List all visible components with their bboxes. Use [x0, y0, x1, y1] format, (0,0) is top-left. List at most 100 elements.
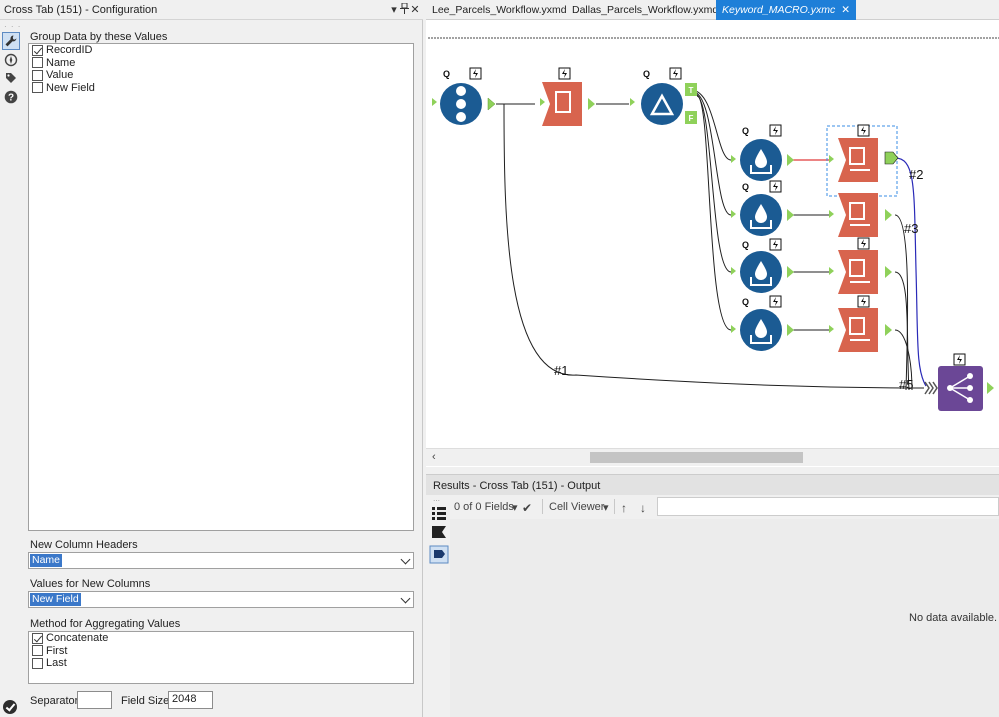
scrollbar-thumb[interactable] [590, 452, 803, 463]
canvas-horizontal-scrollbar[interactable]: ‹ [426, 448, 999, 466]
checkbox-label: Value [46, 69, 74, 82]
connection-label-1: #1 [554, 363, 568, 378]
workflow-tab-strip: Lee_Parcels_Workflow.yxmd Dallas_Parcels… [426, 0, 999, 20]
close-icon[interactable]: ✕ [409, 3, 421, 16]
field-size-label: Field Size: [121, 695, 173, 707]
chevron-down-icon [400, 554, 411, 565]
list-view-icon[interactable] [432, 507, 446, 520]
grip-icon: ⋯ [433, 498, 440, 505]
values-for-new-columns-label: Values for New Columns [30, 578, 151, 590]
group-data-label: Group Data by these Values [30, 31, 168, 43]
checkbox-row[interactable]: First [29, 645, 413, 658]
svg-text:Q: Q [742, 297, 749, 307]
checkbox[interactable] [32, 657, 43, 669]
svg-text:Q: Q [643, 69, 650, 79]
field-size-input[interactable]: 2048 [168, 691, 213, 709]
select-records-tool[interactable] [540, 67, 595, 126]
values-for-new-columns-value: New Field [30, 593, 81, 606]
svg-text:?: ? [8, 93, 14, 104]
workflow-diagram: #1 #2 #3 #5 Q Q T F Q Q Q Q [428, 37, 999, 411]
checkbox-row[interactable]: Value [29, 69, 413, 82]
tag-icon[interactable] [2, 69, 20, 87]
results-side-toolbar: ⋯ [426, 495, 450, 717]
aggregation-method-label: Method for Aggregating Values [30, 618, 181, 630]
checkbox[interactable] [32, 645, 43, 657]
arrow-up-icon[interactable]: ↑ [621, 501, 627, 515]
svg-text:Q: Q [742, 240, 749, 250]
checkbox-label: RecordID [46, 44, 93, 57]
separator-label: Separator: [30, 695, 82, 707]
arrow-down-icon[interactable]: ↓ [640, 501, 646, 515]
config-title-bar: Cross Tab (151) - Configuration ▾ ✕ [0, 0, 423, 20]
grip-icon: · · · [4, 22, 22, 31]
configuration-wrench-icon[interactable] [2, 32, 20, 50]
data-view-icon[interactable] [429, 545, 449, 564]
checkbox-label: Concatenate [46, 632, 109, 645]
record-id-tool[interactable]: Q [432, 67, 496, 125]
results-filter-box[interactable] [657, 497, 999, 516]
checkbox-label: Last [46, 657, 67, 670]
false-anchor-label: F [689, 114, 694, 123]
no-data-message: No data available. (Us [909, 612, 999, 624]
checkbox-row[interactable]: Concatenate [29, 632, 413, 645]
svg-text:Q: Q [742, 182, 749, 192]
connection-label-5: #5 [899, 377, 913, 392]
row-3-tools[interactable]: Q [731, 237, 892, 294]
values-for-new-columns-select[interactable]: New Field [28, 591, 414, 608]
config-title: Cross Tab (151) - Configuration [4, 4, 158, 16]
checkbox-row[interactable]: New Field [29, 82, 413, 95]
row-4-tools[interactable]: Q [731, 295, 892, 352]
tab-label: Keyword_MACRO.yxmc [722, 4, 836, 16]
aggregation-method-list[interactable]: Concatenate First Last [28, 631, 414, 684]
checkbox-label: Name [46, 56, 76, 69]
toolbar-divider [614, 499, 615, 514]
chevron-down-icon[interactable]: ▾ [603, 501, 609, 514]
close-tab-icon[interactable]: ✕ [841, 4, 850, 16]
true-anchor-label: T [689, 86, 694, 95]
group-fields-list[interactable]: RecordID Name Value New Field [28, 43, 414, 531]
checkbox[interactable] [32, 44, 43, 56]
results-header: Results - Cross Tab (151) - Output [426, 474, 999, 495]
union-tool[interactable] [924, 353, 994, 411]
new-column-headers-select[interactable]: Name [28, 552, 414, 569]
tab-keyword-macro[interactable]: Keyword_MACRO.yxmc ✕ [716, 0, 857, 20]
checkbox[interactable] [32, 69, 43, 81]
checkbox-row[interactable]: Name [29, 57, 413, 70]
checkbox[interactable] [32, 632, 43, 644]
metadata-icon[interactable] [432, 526, 446, 538]
checkmark-icon[interactable]: ✔ [522, 501, 532, 515]
svg-text:⋯: ⋯ [433, 498, 440, 505]
new-column-headers-value: Name [30, 554, 63, 567]
row-2-tools[interactable]: Q [731, 180, 892, 237]
scroll-left-icon[interactable]: ‹ [432, 451, 436, 463]
checkbox-label: New Field [46, 81, 95, 94]
tab-lee-parcels[interactable]: Lee_Parcels_Workflow.yxmd [426, 0, 573, 20]
checkbox-row[interactable]: Last [29, 657, 413, 670]
annotation-compass-icon[interactable] [2, 51, 20, 69]
help-icon[interactable]: ? [2, 88, 20, 106]
new-column-headers-label: New Column Headers [30, 539, 138, 551]
configuration-panel: Cross Tab (151) - Configuration ▾ ✕ · · … [0, 0, 423, 717]
fields-count-dropdown[interactable]: 0 of 0 Fields [454, 501, 514, 513]
filter-tool[interactable]: Q T F [630, 67, 697, 125]
chevron-down-icon [400, 593, 411, 604]
tab-label: Lee_Parcels_Workflow.yxmd [432, 4, 567, 16]
tab-label: Dallas_Parcels_Workflow.yxmd [572, 4, 719, 16]
checkbox-row[interactable]: RecordID [29, 44, 413, 57]
results-title: Results - Cross Tab (151) - Output [433, 480, 601, 492]
results-toolbar: 0 of 0 Fields ▾ ✔ Cell Viewer ▾ ↑ ↓ [450, 497, 999, 517]
chevron-down-icon[interactable]: ▾ [512, 501, 518, 514]
results-grid: No data available. (Us [450, 519, 999, 717]
checkbox[interactable] [32, 82, 43, 94]
connection-label-2: #2 [909, 167, 923, 182]
workflow-canvas[interactable]: #1 #2 #3 #5 Q Q T F Q Q Q Q [426, 20, 999, 467]
separator-input[interactable] [77, 691, 112, 709]
q-badge: Q [443, 69, 450, 79]
svg-text:Q: Q [742, 126, 749, 136]
toolbar-divider [542, 499, 543, 514]
cell-viewer-dropdown[interactable]: Cell Viewer [549, 501, 604, 513]
connection-label-3: #3 [904, 221, 918, 236]
checkbox[interactable] [32, 57, 43, 69]
tab-dallas-parcels[interactable]: Dallas_Parcels_Workflow.yxmd [566, 0, 724, 20]
status-check-icon [3, 700, 17, 714]
